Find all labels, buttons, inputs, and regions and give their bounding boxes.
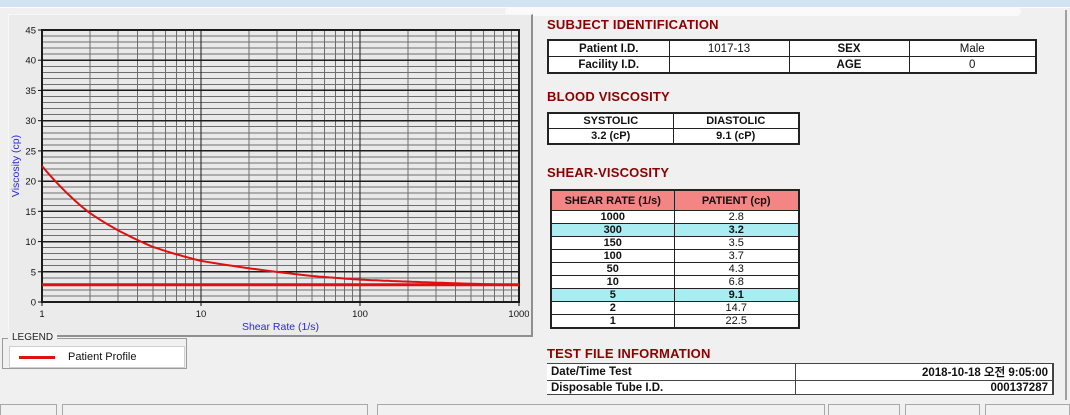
- patient-id-value: 1017-13: [669, 40, 789, 57]
- tube-id-label: Disposable Tube I.D.: [547, 381, 795, 395]
- age-label: AGE: [789, 57, 909, 74]
- svg-text:25: 25: [25, 146, 36, 157]
- viscosity-cell: 3.2: [674, 224, 799, 237]
- datetime-test-label: Date/Time Test: [547, 364, 795, 381]
- svg-text:35: 35: [25, 86, 36, 97]
- shear-rate-cell: 1: [551, 315, 674, 329]
- application-window: 0510152025303540451101001000Shear Rate (…: [0, 0, 1070, 415]
- svg-text:5: 5: [31, 267, 36, 278]
- table-row: SYSTOLIC DIASTOLIC: [548, 113, 799, 129]
- svg-text:Viscosity (cp): Viscosity (cp): [10, 135, 22, 197]
- status-bar-segment: [0, 404, 57, 415]
- sex-label: SEX: [789, 40, 909, 57]
- viscosity-cell: 2.8: [674, 211, 799, 224]
- diastolic-header: DIASTOLIC: [673, 113, 799, 129]
- table-row: 3.2 (cP) 9.1 (cP): [548, 129, 799, 145]
- shear-rate-cell: 50: [551, 263, 674, 276]
- table-row: 10002.8: [551, 211, 799, 224]
- legend-entry-label: Patient Profile: [68, 351, 136, 363]
- table-row: 122.5: [551, 315, 799, 329]
- section-title-subject: SUBJECT IDENTIFICATION: [547, 17, 719, 32]
- viscosity-cell: 22.5: [674, 315, 799, 329]
- svg-text:Shear Rate (1/s): Shear Rate (1/s): [242, 321, 319, 333]
- svg-text:45: 45: [25, 26, 36, 37]
- tube-id-value: 000137287: [795, 381, 1053, 395]
- section-title-shear: SHEAR-VISCOSITY: [547, 165, 669, 180]
- table-row: Facility I.D. AGE 0: [548, 57, 1036, 74]
- status-bar-segment: [905, 404, 980, 415]
- viscosity-chart: 0 5 10 15 20 25 30 35 40 45 1 10 100 1000 Shear Rate (…: [9, 15, 529, 333]
- blood-viscosity-table: SYSTOLIC DIASTOLIC 3.2 (cP) 9.1 (cP): [547, 112, 800, 145]
- table-row: 3003.2: [551, 224, 799, 237]
- status-bar-segment: [377, 404, 825, 415]
- table-row: 504.3: [551, 263, 799, 276]
- legend-box-title: LEGEND: [8, 332, 57, 343]
- patient-cp-header: PATIENT (cp): [674, 190, 799, 211]
- svg-text:1000: 1000: [508, 309, 529, 320]
- table-row: Disposable Tube I.D. 000137287: [547, 381, 1053, 395]
- table-row: 106.8: [551, 276, 799, 289]
- shear-rate-cell: 300: [551, 224, 674, 237]
- status-bar-segment: [985, 404, 1070, 415]
- shear-rate-cell: 5: [551, 289, 674, 302]
- table-row: 59.1: [551, 289, 799, 302]
- systolic-header: SYSTOLIC: [548, 113, 673, 129]
- viscosity-cell: 6.8: [674, 276, 799, 289]
- table-row: 214.7: [551, 302, 799, 315]
- viscosity-cell: 9.1: [674, 289, 799, 302]
- facility-id-label: Facility I.D.: [548, 57, 669, 74]
- svg-text:1: 1: [39, 309, 44, 320]
- subject-identification-table: Patient I.D. 1017-13 SEX Male Facility I…: [547, 39, 1037, 74]
- test-file-info-table: Date/Time Test 2018-10-18 오전 9:05:00 Dis…: [547, 363, 1054, 395]
- table-row: 1503.5: [551, 237, 799, 250]
- viscosity-cell: 3.7: [674, 250, 799, 263]
- sex-value: Male: [909, 40, 1036, 57]
- viscosity-cell: 3.5: [674, 237, 799, 250]
- svg-text:30: 30: [25, 116, 36, 127]
- section-title-testfile: TEST FILE INFORMATION: [547, 346, 711, 361]
- shear-rate-cell: 2: [551, 302, 674, 315]
- viscosity-chart-panel: 0 5 10 15 20 25 30 35 40 45 1 10 100 1000 Shear Rate (…: [8, 14, 533, 337]
- svg-text:100: 100: [352, 309, 368, 320]
- datetime-test-value: 2018-10-18 오전 9:05:00: [795, 364, 1053, 381]
- viscosity-cell: 4.3: [674, 263, 799, 276]
- legend-box: LEGEND Patient Profile: [2, 338, 187, 369]
- svg-text:15: 15: [25, 207, 36, 218]
- status-bar-segment: [828, 404, 900, 415]
- shear-rate-header: SHEAR RATE (1/s): [551, 190, 674, 211]
- section-title-blood: BLOOD VISCOSITY: [547, 89, 670, 104]
- viscosity-cell: 14.7: [674, 302, 799, 315]
- facility-id-value: [669, 57, 789, 74]
- svg-text:0: 0: [31, 298, 36, 309]
- diastolic-value: 9.1 (cP): [673, 129, 799, 145]
- legend-line-swatch: [19, 356, 55, 359]
- shear-rate-cell: 1000: [551, 211, 674, 224]
- svg-text:40: 40: [25, 56, 36, 67]
- status-bar-segment: [62, 404, 368, 415]
- systolic-value: 3.2 (cP): [548, 129, 673, 145]
- legend-entry: Patient Profile: [9, 346, 185, 368]
- shear-rate-cell: 10: [551, 276, 674, 289]
- panel-highlight: [505, 7, 1021, 16]
- table-row: 1003.7: [551, 250, 799, 263]
- svg-text:10: 10: [25, 237, 36, 248]
- window-right-edge: [1065, 10, 1067, 400]
- patient-id-label: Patient I.D.: [548, 40, 669, 57]
- svg-text:10: 10: [196, 309, 207, 320]
- shear-viscosity-table: SHEAR RATE (1/s) PATIENT (cp) 10002.8 30…: [550, 189, 800, 329]
- table-row: Patient I.D. 1017-13 SEX Male: [548, 40, 1036, 57]
- table-header-row: SHEAR RATE (1/s) PATIENT (cp): [551, 190, 799, 211]
- table-row: Date/Time Test 2018-10-18 오전 9:05:00: [547, 364, 1053, 381]
- shear-rate-cell: 150: [551, 237, 674, 250]
- shear-rate-cell: 100: [551, 250, 674, 263]
- age-value: 0: [909, 57, 1036, 74]
- svg-text:20: 20: [25, 177, 36, 188]
